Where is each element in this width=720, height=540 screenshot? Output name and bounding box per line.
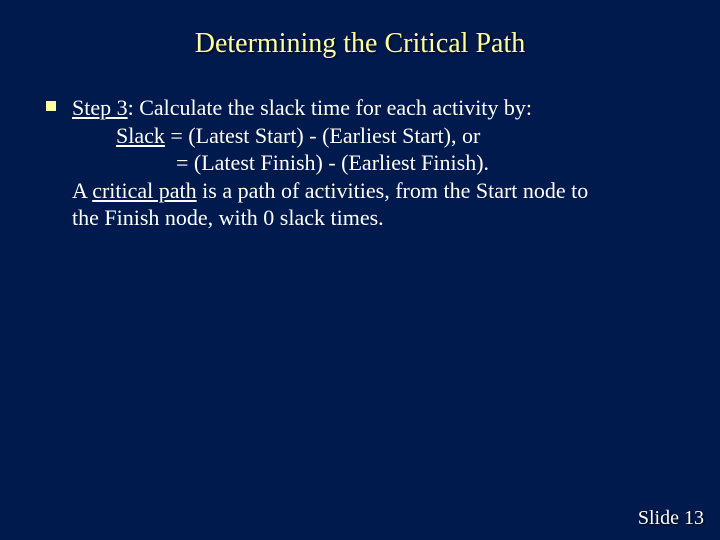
critical-path-label: critical path [92,178,196,203]
footer-number: 13 [684,507,704,529]
step-label: Step 3 [72,95,128,120]
line-1-rest: : Calculate the slack time for each acti… [128,95,532,120]
slide-title: Determining the Critical Path [0,0,720,60]
line-3: = (Latest Finish) - (Earliest Finish). [72,149,672,177]
slide-footer: Slide 13 [638,507,704,530]
footer-label: Slide [638,507,679,529]
bullet-block: Step 3: Calculate the slack time for eac… [72,94,672,232]
bullet-icon [46,101,56,111]
line-4: A critical path is a path of activities,… [72,177,672,205]
line-1: Step 3: Calculate the slack time for eac… [72,94,672,122]
line-2: Slack = (Latest Start) - (Earliest Start… [72,122,672,150]
slack-label: Slack [116,123,165,148]
slide-content: Step 3: Calculate the slack time for eac… [72,94,672,232]
line-4-post: is a path of activities, from the Start … [197,178,589,203]
line-4-pre: A [72,178,92,203]
line-5: the Finish node, with 0 slack times. [72,204,672,232]
line-2-rest: = (Latest Start) - (Earliest Start), or [165,123,480,148]
